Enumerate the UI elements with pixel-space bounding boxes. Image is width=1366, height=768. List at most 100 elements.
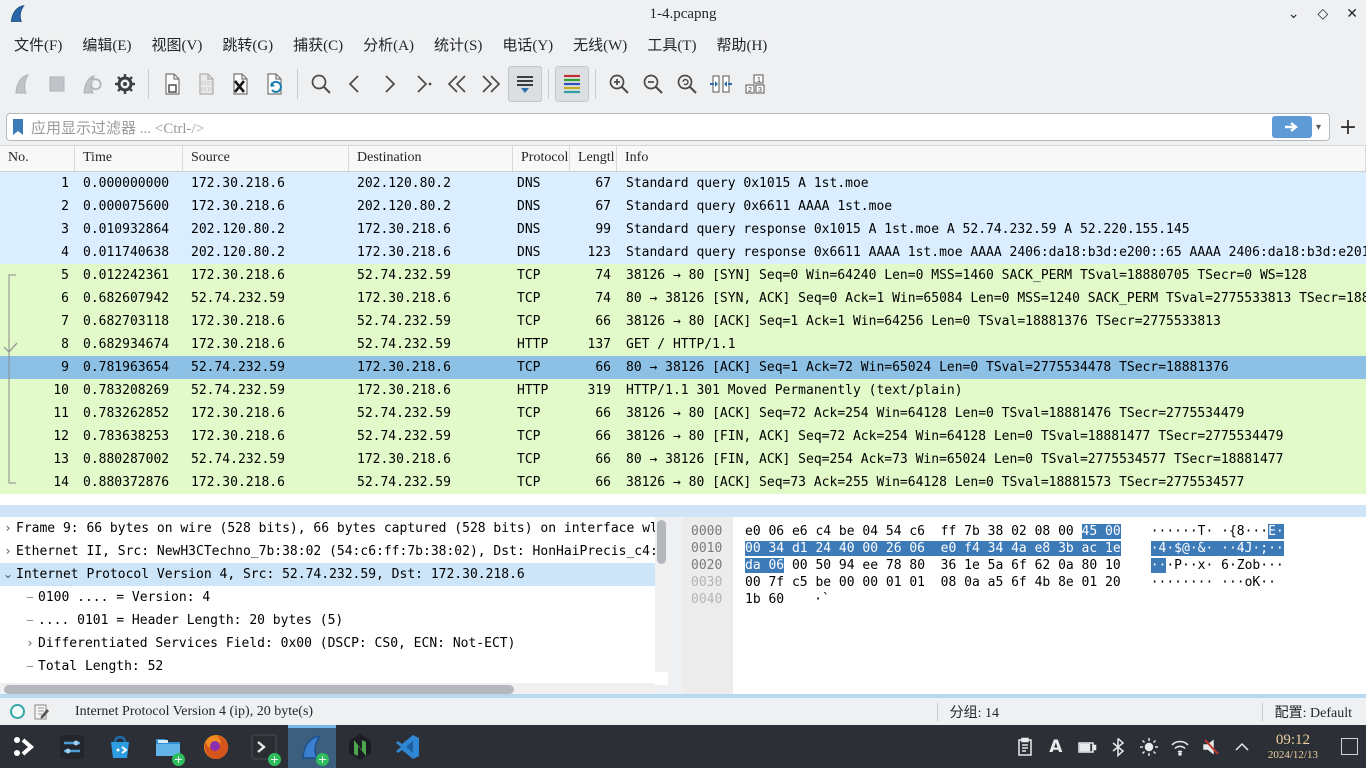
- hex-body[interactable]: e0 06 e6 c4 be 04 54 c6 ff 7b 38 02 08 0…: [733, 517, 1284, 696]
- terminal-icon[interactable]: +: [240, 725, 288, 768]
- go-forward-icon[interactable]: [372, 66, 406, 102]
- save-file-icon[interactable]: 01010110: [189, 66, 223, 102]
- menu-item-7[interactable]: 电话(Y): [492, 30, 563, 59]
- expander-icon[interactable]: ›: [22, 632, 38, 655]
- reload-file-icon[interactable]: [257, 66, 291, 102]
- display-filter-input[interactable]: 应用显示过滤器 ... <Ctrl-/> ▾: [6, 113, 1330, 141]
- packet-row[interactable]: 90.78196365452.74.232.59172.30.218.6TCP6…: [0, 356, 1366, 379]
- zoom-in-icon[interactable]: [602, 66, 636, 102]
- hex-row[interactable]: da 06 00 50 94 ee 78 80 36 1e 5a 6f 62 0…: [745, 557, 1284, 574]
- capture-options-icon[interactable]: [108, 66, 142, 102]
- detail-row[interactable]: ›Frame 9: 66 bytes on wire (528 bits), 6…: [0, 517, 670, 540]
- brightness-icon[interactable]: [1138, 736, 1160, 758]
- capture-comment-icon[interactable]: [33, 704, 49, 720]
- find-packet-icon[interactable]: [304, 66, 338, 102]
- system-settings-icon[interactable]: [48, 725, 96, 768]
- menu-item-0[interactable]: 文件(F): [4, 30, 72, 59]
- column-header-source[interactable]: Source: [183, 146, 349, 171]
- detail-row[interactable]: ›Differentiated Services Field: 0x00 (DS…: [0, 632, 670, 655]
- close-button[interactable]: ✕: [1346, 6, 1358, 23]
- packet-row[interactable]: 140.880372876172.30.218.652.74.232.59TCP…: [0, 471, 1366, 494]
- battery-icon[interactable]: [1076, 736, 1098, 758]
- wireshark-icon[interactable]: +: [288, 725, 336, 768]
- colorize-icon[interactable]: [555, 66, 589, 102]
- packet-bytes-pane[interactable]: 00000010002000300040 e0 06 e6 c4 be 04 5…: [683, 517, 1366, 696]
- menu-item-5[interactable]: 分析(A): [353, 30, 424, 59]
- menu-item-3[interactable]: 跳转(G): [212, 30, 283, 59]
- menu-item-6[interactable]: 统计(S): [424, 30, 492, 59]
- last-packet-icon[interactable]: [474, 66, 508, 102]
- detail-row[interactable]: ›Ethernet II, Src: NewH3CTechno_7b:38:02…: [0, 540, 670, 563]
- packet-list-header[interactable]: No.TimeSourceDestinationProtocolLengtlIn…: [0, 145, 1366, 172]
- filter-dropdown-caret-icon[interactable]: ▾: [1316, 122, 1321, 133]
- menu-item-9[interactable]: 工具(T): [637, 30, 706, 59]
- packet-row[interactable]: 20.000075600172.30.218.6202.120.80.2DNS6…: [0, 195, 1366, 218]
- zoom-reset-icon[interactable]: [670, 66, 704, 102]
- discover-icon[interactable]: [96, 725, 144, 768]
- zoom-out-icon[interactable]: [636, 66, 670, 102]
- detail-row[interactable]: ‒0100 .... = Version: 4: [0, 586, 670, 609]
- packet-row[interactable]: 30.010932864202.120.80.2172.30.218.6DNS9…: [0, 218, 1366, 241]
- detail-row[interactable]: ⌄Internet Protocol Version 4, Src: 52.74…: [0, 563, 670, 586]
- expert-info-icon[interactable]: [10, 704, 25, 719]
- column-header-lengtl[interactable]: Lengtl: [570, 146, 617, 171]
- detail-vertical-scrollbar[interactable]: [655, 517, 668, 672]
- packet-row[interactable]: 40.011740638202.120.80.2172.30.218.6DNS1…: [0, 241, 1366, 264]
- app-launcher-icon[interactable]: [0, 725, 48, 768]
- hex-row[interactable]: 00 34 d1 24 40 00 26 06 e0 f4 34 4a e8 3…: [745, 540, 1284, 557]
- packet-row[interactable]: 50.012242361172.30.218.652.74.232.59TCP7…: [0, 264, 1366, 287]
- detail-row[interactable]: ‒.... 0101 = Header Length: 20 bytes (5): [0, 609, 670, 632]
- pane-splitter[interactable]: [0, 505, 1366, 517]
- column-header-destination[interactable]: Destination: [349, 146, 513, 171]
- resize-columns-icon[interactable]: [704, 66, 738, 102]
- first-packet-icon[interactable]: [440, 66, 474, 102]
- stop-capture-icon[interactable]: [40, 66, 74, 102]
- volume-muted-icon[interactable]: [1200, 736, 1222, 758]
- auto-scroll-icon[interactable]: [508, 66, 542, 102]
- clipboard-icon[interactable]: [1014, 736, 1036, 758]
- apply-filter-button[interactable]: [1272, 116, 1312, 138]
- packet-detail-pane[interactable]: ›Frame 9: 66 bytes on wire (528 bits), 6…: [0, 517, 670, 685]
- column-header-time[interactable]: Time: [75, 146, 183, 171]
- menu-item-8[interactable]: 无线(W): [563, 30, 637, 59]
- go-back-icon[interactable]: [338, 66, 372, 102]
- chevron-up-icon[interactable]: [1231, 736, 1253, 758]
- clock[interactable]: 09:122024/12/13: [1268, 732, 1318, 761]
- bluetooth-icon[interactable]: [1107, 736, 1129, 758]
- packet-row[interactable]: 60.68260794252.74.232.59172.30.218.6TCP7…: [0, 287, 1366, 310]
- bookmark-icon[interactable]: [11, 118, 25, 136]
- packet-row[interactable]: 110.783262852172.30.218.652.74.232.59TCP…: [0, 402, 1366, 425]
- expander-icon[interactable]: ›: [0, 517, 16, 540]
- neovim-icon[interactable]: [336, 725, 384, 768]
- expander-icon[interactable]: ⌄: [0, 563, 16, 586]
- close-file-icon[interactable]: [223, 66, 257, 102]
- menu-item-10[interactable]: 帮助(H): [706, 30, 777, 59]
- hex-row[interactable]: e0 06 e6 c4 be 04 54 c6 ff 7b 38 02 08 0…: [745, 523, 1284, 540]
- show-desktop-button[interactable]: [1341, 738, 1358, 755]
- packet-list[interactable]: 10.000000000172.30.218.6202.120.80.2DNS6…: [0, 172, 1366, 505]
- add-filter-button-button[interactable]: +: [1336, 115, 1360, 140]
- hex-row[interactable]: 1b 60·`: [745, 591, 1284, 608]
- go-to-packet-icon[interactable]: [406, 66, 440, 102]
- open-file-icon[interactable]: [155, 66, 189, 102]
- menu-item-2[interactable]: 视图(V): [142, 30, 213, 59]
- packet-row[interactable]: 70.682703118172.30.218.652.74.232.59TCP6…: [0, 310, 1366, 333]
- layout-icon[interactable]: 123: [738, 66, 772, 102]
- packet-row[interactable]: 130.88028700252.74.232.59172.30.218.6TCP…: [0, 448, 1366, 471]
- packet-row[interactable]: 10.000000000172.30.218.6202.120.80.2DNS6…: [0, 172, 1366, 195]
- vscode-icon[interactable]: [384, 725, 432, 768]
- file-manager-icon[interactable]: +: [144, 725, 192, 768]
- minimize-button[interactable]: ⌄: [1288, 6, 1300, 23]
- detail-row[interactable]: ‒Total Length: 52: [0, 655, 670, 678]
- input-method-icon[interactable]: A: [1045, 736, 1067, 758]
- packet-row[interactable]: 120.783638253172.30.218.652.74.232.59TCP…: [0, 425, 1366, 448]
- firefox-icon[interactable]: [192, 725, 240, 768]
- wifi-icon[interactable]: [1169, 736, 1191, 758]
- restart-capture-icon[interactable]: [74, 66, 108, 102]
- column-header-protocol[interactable]: Protocol: [513, 146, 570, 171]
- hex-row[interactable]: 00 7f c5 be 00 00 01 01 08 0a a5 6f 4b 8…: [745, 574, 1284, 591]
- column-header-info[interactable]: Info: [617, 146, 1366, 171]
- profile-label[interactable]: 配置: Default: [1275, 702, 1352, 722]
- menu-item-1[interactable]: 编辑(E): [72, 30, 141, 59]
- menu-item-4[interactable]: 捕获(C): [283, 30, 353, 59]
